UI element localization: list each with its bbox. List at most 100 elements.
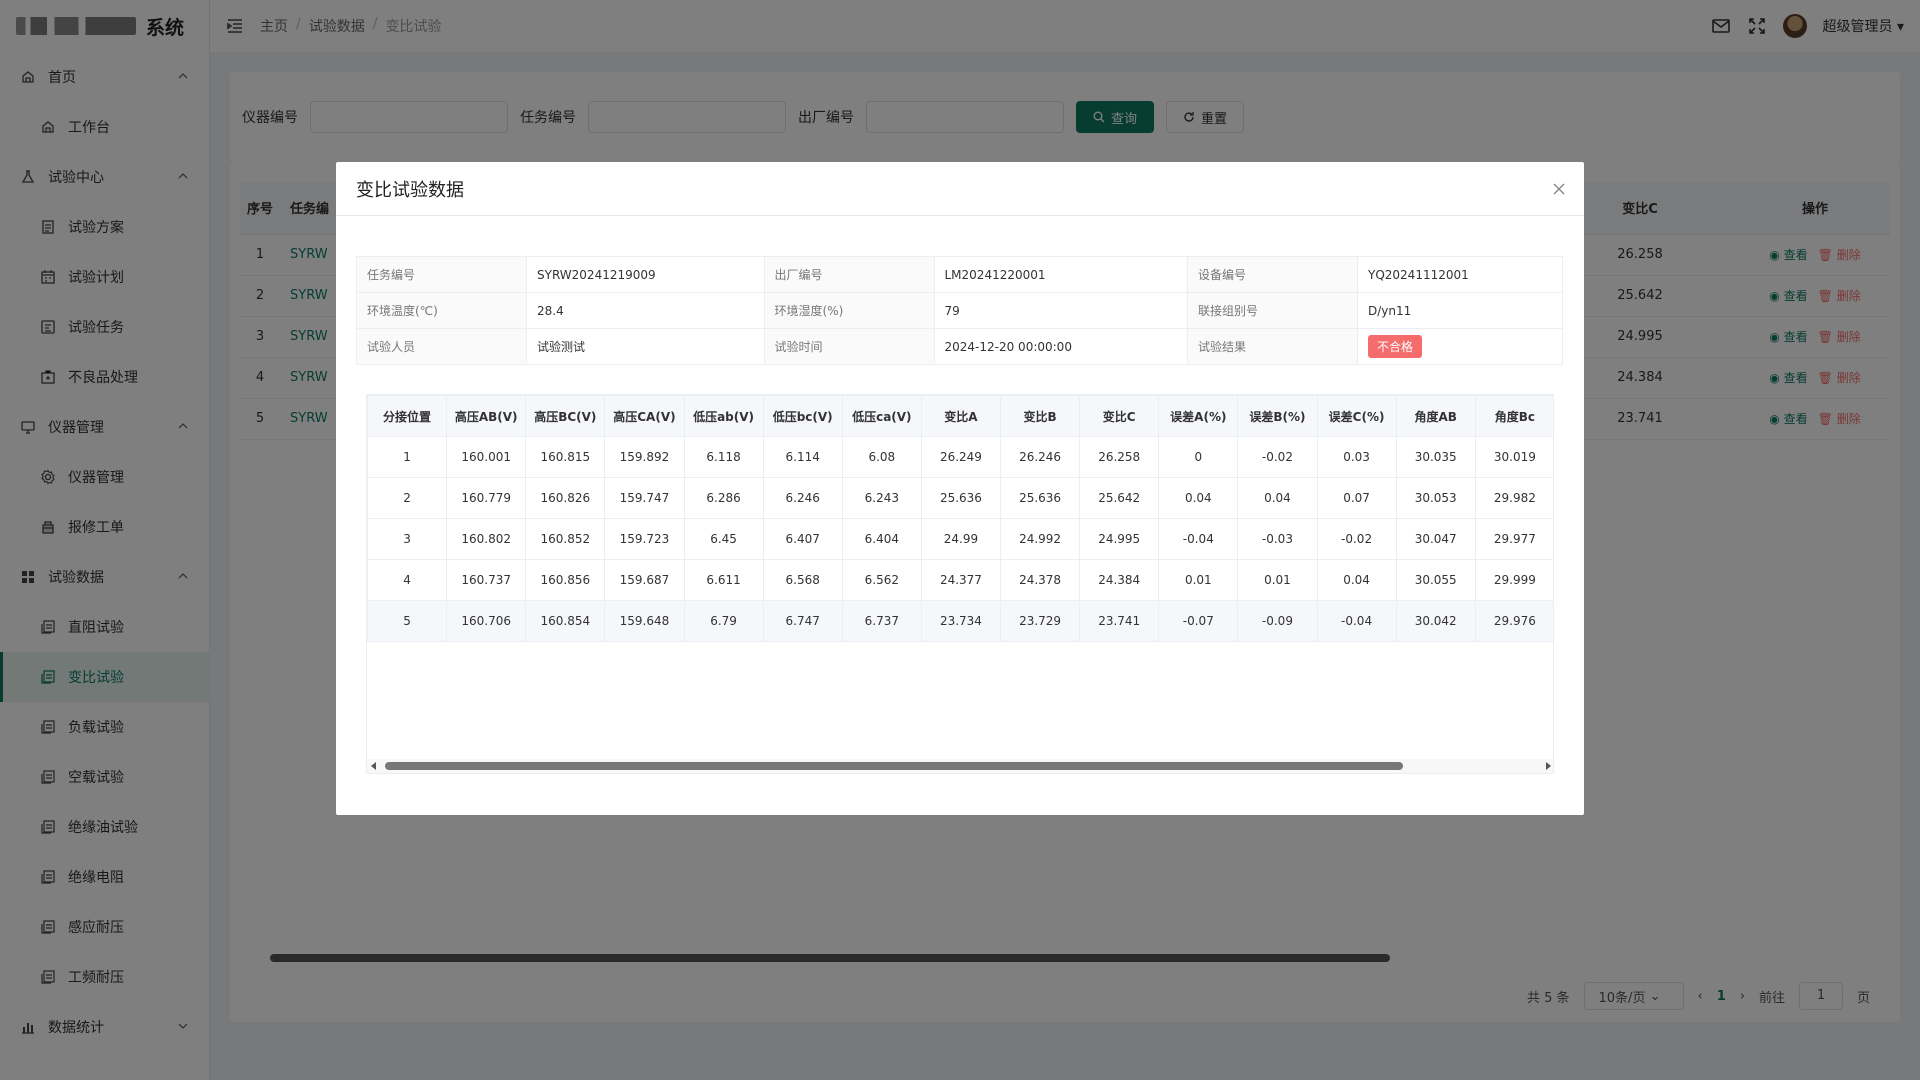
data-cell: 6.118 — [683, 436, 764, 478]
data-column-header: 误差A(%) — [1158, 395, 1239, 437]
data-column-header: 低压ab(V) — [683, 395, 764, 437]
data-cell: 24.377 — [920, 559, 1002, 601]
table-row: 3 160.802 160.852 159.723 6.45 6.407 6.404 24.9… — [367, 518, 1553, 560]
data-cell: 160.852 — [525, 518, 606, 560]
data-cell: 0.01 — [1237, 559, 1318, 601]
data-cell: 6.45 — [683, 518, 764, 560]
data-cell: 6.568 — [762, 559, 843, 601]
info-label: 联接组别号 — [1187, 292, 1358, 329]
data-cell: 30.019 — [1474, 436, 1553, 478]
info-label: 出厂编号 — [763, 256, 935, 293]
data-cell: 30.053 — [1395, 477, 1476, 519]
data-cell: 160.854 — [525, 600, 606, 642]
data-column-header: 变比C — [1079, 395, 1160, 437]
info-label: 任务编号 — [356, 256, 527, 293]
info-value: 79 — [933, 292, 1188, 329]
data-cell: 23.734 — [920, 600, 1002, 642]
info-label: 设备编号 — [1187, 256, 1358, 293]
scrollbar-thumb[interactable] — [385, 762, 1403, 770]
data-column-header: 误差B(%) — [1237, 395, 1318, 437]
data-cell: 160.706 — [446, 600, 527, 642]
data-cell: -0.04 — [1316, 600, 1397, 642]
data-cell: -0.04 — [1158, 518, 1239, 560]
data-cell: -0.02 — [1316, 518, 1397, 560]
test-info-table: 任务编号 SYRW20241219009 出厂编号 LM20241220001 设备编号… — [356, 256, 1563, 365]
data-cell: 160.826 — [525, 477, 606, 519]
table-row: 5 160.706 160.854 159.648 6.79 6.747 6.737 23.7… — [367, 600, 1553, 642]
test-data-table: 分接位置 高压AB(V) 高压BC(V) 高压CA(V) 低压ab(V) 低压bc(V) 低… — [367, 395, 1553, 642]
data-column-header: 分接位置 — [367, 395, 448, 437]
data-column-header: 高压BC(V) — [525, 395, 606, 437]
data-cell: 6.286 — [683, 477, 764, 519]
data-cell: 160.815 — [525, 436, 606, 478]
data-column-header: 高压AB(V) — [446, 395, 527, 437]
table-row: 1 160.001 160.815 159.892 6.118 6.114 6.08 26.2… — [367, 436, 1553, 478]
data-cell: 160.001 — [446, 436, 527, 478]
data-cell: 24.995 — [1079, 518, 1160, 560]
info-value: SYRW20241219009 — [526, 256, 765, 293]
info-label: 环境湿度(%) — [763, 292, 935, 329]
data-column-header: 变比B — [999, 395, 1081, 437]
data-cell: 25.636 — [920, 477, 1002, 519]
data-cell: 29.976 — [1474, 600, 1553, 642]
data-horizontal-scrollbar[interactable] — [367, 759, 1553, 773]
data-cell: 6.08 — [841, 436, 922, 478]
data-cell: 2 — [367, 477, 448, 519]
data-cell: 160.802 — [446, 518, 527, 560]
data-cell: 1 — [367, 436, 448, 478]
data-cell: 30.035 — [1395, 436, 1476, 478]
data-cell: 23.741 — [1079, 600, 1160, 642]
data-column-header: 高压CA(V) — [604, 395, 685, 437]
data-column-header: 角度Bc — [1474, 395, 1553, 437]
info-row: 试验人员 试验测试 试验时间 2024-12-20 00:00:00 试验结果 不合格 — [356, 328, 1563, 365]
data-cell: 26.258 — [1079, 436, 1160, 478]
data-cell: 160.737 — [446, 559, 527, 601]
data-cell: 26.246 — [999, 436, 1081, 478]
data-cell: 6.562 — [841, 559, 922, 601]
data-cell: 29.999 — [1474, 559, 1553, 601]
data-cell: 0 — [1158, 436, 1239, 478]
info-value: 试验测试 — [526, 328, 765, 365]
data-cell: 159.892 — [604, 436, 685, 478]
data-cell: 24.99 — [920, 518, 1002, 560]
data-cell: 6.407 — [762, 518, 843, 560]
data-column-header: 角度AB — [1395, 395, 1476, 437]
data-cell: -0.03 — [1237, 518, 1318, 560]
data-cell: 25.642 — [1079, 477, 1160, 519]
data-cell: -0.07 — [1158, 600, 1239, 642]
data-cell: 3 — [367, 518, 448, 560]
dialog-body: 任务编号 SYRW20241219009 出厂编号 LM20241220001 设备编号… — [356, 256, 1564, 365]
scroll-left-icon[interactable] — [371, 762, 376, 770]
data-cell: 6.404 — [841, 518, 922, 560]
data-cell: 29.977 — [1474, 518, 1553, 560]
data-cell: 30.047 — [1395, 518, 1476, 560]
dialog-header: 变比试验数据 — [336, 162, 1584, 216]
data-cell: 159.747 — [604, 477, 685, 519]
data-cell: 23.729 — [999, 600, 1081, 642]
data-column-header: 低压ca(V) — [841, 395, 922, 437]
table-row: 2 160.779 160.826 159.747 6.286 6.246 6.243 25.… — [367, 477, 1553, 519]
info-label: 试验人员 — [356, 328, 527, 365]
scroll-right-icon[interactable] — [1546, 762, 1551, 770]
table-header-row: 分接位置 高压AB(V) 高压BC(V) 高压CA(V) 低压ab(V) 低压bc(V) 低… — [367, 395, 1553, 437]
data-cell: 6.243 — [841, 477, 922, 519]
data-cell: 159.687 — [604, 559, 685, 601]
dialog-title: 变比试验数据 — [356, 179, 464, 201]
ratio-test-dialog: 变比试验数据 任务编号 SYRW20241219009 出厂编号 LM20241220… — [336, 162, 1584, 815]
close-icon[interactable] — [1552, 182, 1566, 196]
data-cell: 0.04 — [1158, 477, 1239, 519]
info-value: 28.4 — [526, 292, 765, 329]
data-cell: 29.982 — [1474, 477, 1553, 519]
data-cell: 6.79 — [683, 600, 764, 642]
info-row: 任务编号 SYRW20241219009 出厂编号 LM20241220001 设备编号… — [356, 256, 1563, 293]
data-cell: -0.09 — [1237, 600, 1318, 642]
data-cell: 30.055 — [1395, 559, 1476, 601]
data-cell: 24.378 — [999, 559, 1081, 601]
data-cell: 26.249 — [920, 436, 1002, 478]
test-data-table-wrapper: 分接位置 高压AB(V) 高压BC(V) 高压CA(V) 低压ab(V) 低压bc(V) 低… — [366, 394, 1554, 774]
data-cell: 0.01 — [1158, 559, 1239, 601]
data-cell: 159.723 — [604, 518, 685, 560]
info-value: D/yn11 — [1357, 292, 1563, 329]
info-value: 2024-12-20 00:00:00 — [933, 328, 1188, 365]
data-cell: 160.856 — [525, 559, 606, 601]
